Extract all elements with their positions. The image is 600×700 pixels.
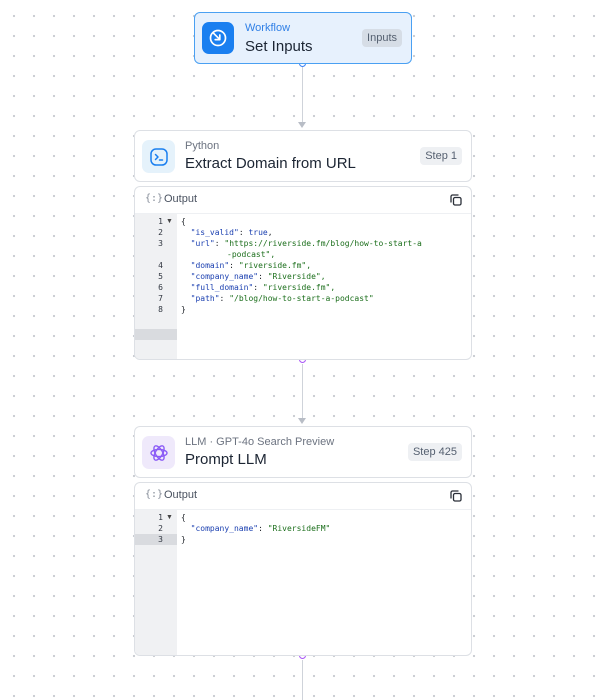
line-number: 1 <box>158 513 163 522</box>
code-line-wrap: -podcast", <box>227 250 276 259</box>
code-line: { <box>181 513 186 522</box>
line-number: 4 <box>158 261 163 270</box>
output-label: Output <box>164 193 198 205</box>
code-viewer[interactable]: 1 ▼ 2 3 4 5 6 7 8 { "is_valid": true, "u… <box>135 213 471 359</box>
arrow-icon <box>298 122 306 128</box>
json-braces-icon: {:} <box>145 193 164 204</box>
line-number: 6 <box>158 283 163 292</box>
code-line: } <box>181 305 186 314</box>
output-label: Output <box>164 489 198 501</box>
code-line: "url": "https://riverside.fm/blog/how-to… <box>190 239 422 248</box>
connector-line <box>302 364 303 420</box>
node-kicker: LLM · GPT-4o Search Preview <box>185 436 335 448</box>
line-number: 7 <box>158 294 163 303</box>
copy-icon[interactable] <box>449 193 463 207</box>
line-number: 1 <box>158 217 163 226</box>
active-line-highlight <box>135 329 177 340</box>
node-kicker: Python <box>185 140 220 152</box>
fold-toggle-icon[interactable]: ▼ <box>166 216 173 227</box>
code-line: "is_valid": true, <box>190 228 273 237</box>
line-number: 5 <box>158 272 163 281</box>
code-line: "company_name": "RiversideFM" <box>190 524 331 533</box>
json-braces-icon: {:} <box>145 489 164 500</box>
step-badge: Step 1 <box>420 147 462 165</box>
line-number: 3 <box>158 239 163 248</box>
arrow-icon <box>298 418 306 424</box>
line-number: 2 <box>158 524 163 533</box>
node-title: Prompt LLM <box>185 451 267 468</box>
code-line: { <box>181 217 186 226</box>
workflow-start-node[interactable]: Workflow Set Inputs Inputs <box>194 12 412 64</box>
python-output-panel: {:} Output 1 ▼ 2 3 4 5 6 7 8 { "is_valid… <box>134 186 472 360</box>
code-viewer[interactable]: 1 ▼ 2 3 { "company_name": "RiversideFM" … <box>135 509 471 655</box>
llm-output-panel: {:} Output 1 ▼ 2 3 { "company_name": "Ri… <box>134 482 472 656</box>
code-line: } <box>181 535 186 544</box>
line-number: 3 <box>158 535 163 544</box>
code-line: "company_name": "Riverside", <box>190 272 326 281</box>
node-title: Set Inputs <box>245 38 313 55</box>
connector-line <box>302 64 303 124</box>
code-line: "full_domain": "riverside.fm", <box>190 283 336 292</box>
node-kicker: Workflow <box>245 22 291 34</box>
openai-icon <box>142 436 175 469</box>
code-line: "path": "/blog/how-to-start-a-podcast" <box>190 294 374 303</box>
code-line: "domain": "riverside.fm", <box>190 261 312 270</box>
node-title: Extract Domain from URL <box>185 155 356 172</box>
fold-toggle-icon[interactable]: ▼ <box>166 512 173 523</box>
line-number: 2 <box>158 228 163 237</box>
terminal-icon <box>142 140 175 173</box>
connector-line <box>302 660 303 700</box>
workflow-start-icon <box>202 22 234 54</box>
line-number: 8 <box>158 305 163 314</box>
step-badge: Step 425 <box>407 443 462 461</box>
inputs-badge[interactable]: Inputs <box>362 29 402 47</box>
python-step-node[interactable]: Python Extract Domain from URL Step 1 <box>134 130 472 182</box>
copy-icon[interactable] <box>449 489 463 503</box>
llm-step-node[interactable]: LLM · GPT-4o Search Preview Prompt LLM S… <box>134 426 472 478</box>
